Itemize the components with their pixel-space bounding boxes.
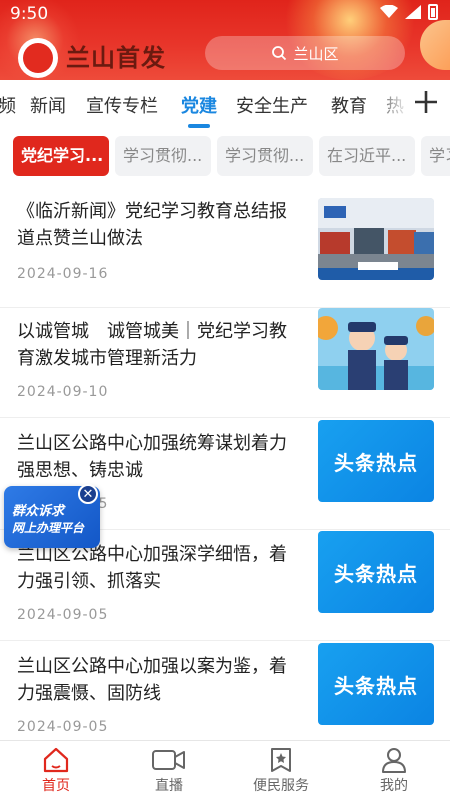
chip-study-3[interactable]: 学习: [421, 136, 450, 176]
nav-home[interactable]: 首页: [11, 741, 101, 801]
nav-label: 便民服务: [253, 778, 309, 794]
add-tab-icon[interactable]: [412, 88, 440, 116]
home-icon: [43, 747, 69, 773]
news-title: 以诚管城 诚管城美｜党纪学习教育激发城市管理新活力: [17, 321, 287, 369]
news-item[interactable]: 以诚管城 诚管城美｜党纪学习教育激发城市管理新活力 2024-09-10: [0, 308, 450, 418]
badge-line2: 网上办理平台: [12, 521, 85, 535]
video-icon: [152, 750, 185, 770]
chip-study-1[interactable]: 学习贯彻...: [115, 136, 211, 176]
news-title: 《临沂新闻》党纪学习教育总结报道点赞兰山做法: [17, 201, 287, 249]
tab-news[interactable]: 新闻: [30, 92, 66, 118]
battery-icon: [428, 4, 438, 20]
close-icon[interactable]: ✕: [78, 484, 98, 504]
wifi-icon: [380, 5, 398, 18]
nav-label: 我的: [380, 778, 408, 794]
tab-party-building[interactable]: 党建: [181, 92, 217, 118]
active-tab-indicator: [188, 124, 210, 128]
news-date: 2024-09-05: [17, 607, 109, 623]
tab-education[interactable]: 教育: [331, 92, 367, 118]
search-input[interactable]: 兰山区: [205, 36, 405, 70]
tab-fade: [370, 80, 410, 130]
news-title: 兰山区公路中心加强统筹谋划着力强思想、铸忠诚: [17, 433, 287, 481]
hot-topic-label: 头条热点: [318, 531, 434, 613]
news-title: 兰山区公路中心加强以案为鉴，着力强震慑、固防线: [17, 656, 287, 704]
bottom-nav: 首页 直播 便民服务 我的: [0, 740, 450, 801]
nav-label: 首页: [42, 778, 70, 794]
news-item[interactable]: 《临沂新闻》党纪学习教育总结报道点赞兰山做法 2024-09-16: [0, 198, 450, 308]
divider: [0, 640, 450, 641]
nav-profile[interactable]: 我的: [349, 741, 439, 801]
nav-services[interactable]: 便民服务: [236, 741, 326, 801]
chip-party-discipline[interactable]: 党纪学习...: [13, 136, 109, 176]
news-thumbnail: 头条热点: [318, 643, 434, 725]
news-date: 2024-09-10: [17, 384, 109, 400]
dove-decoration: [420, 20, 450, 70]
user-icon: [382, 748, 406, 773]
status-icons: [380, 4, 438, 20]
news-thumbnail: [318, 198, 434, 280]
tab-propaganda[interactable]: 宣传专栏: [86, 92, 158, 118]
service-icon: [271, 748, 291, 772]
tab-safety[interactable]: 安全生产: [236, 92, 308, 118]
news-item[interactable]: 兰山区公路中心加强以案为鉴，着力强震慑、固防线 2024-09-05 头条热点: [0, 643, 450, 753]
nav-label: 直播: [155, 778, 183, 794]
app-title: 兰山首发: [66, 43, 166, 72]
hot-topic-label: 头条热点: [318, 420, 434, 502]
signal-icon: [405, 5, 421, 19]
nav-live[interactable]: 直播: [124, 741, 214, 801]
app-logo: [18, 38, 58, 78]
sub-category-chips: 党纪学习... 学习贯彻... 学习贯彻... 在习近平... 学习: [0, 136, 450, 176]
status-time: 9:50: [10, 4, 49, 24]
news-thumbnail: 头条热点: [318, 420, 434, 502]
hot-topic-label: 头条热点: [318, 643, 434, 725]
news-thumbnail: [318, 308, 434, 390]
news-title: 兰山区公路中心加强深学细悟，着力强引领、抓落实: [17, 544, 287, 592]
news-date: 2024-09-05: [17, 719, 109, 735]
category-tabs: 频 新闻 宣传专栏 党建 安全生产 教育 热: [0, 80, 450, 130]
search-icon: [272, 46, 287, 61]
chip-xi-thought[interactable]: 在习近平...: [319, 136, 415, 176]
badge-line1: 群众诉求: [12, 504, 65, 519]
tab-video[interactable]: 频: [0, 92, 16, 118]
app-header: 9:50 兰山首发 兰山区: [0, 0, 450, 80]
search-placeholder: 兰山区: [293, 44, 339, 63]
divider: [0, 417, 450, 418]
news-thumbnail: 头条热点: [318, 531, 434, 613]
news-date: 2024-09-16: [17, 266, 109, 282]
chip-study-2[interactable]: 学习贯彻...: [217, 136, 313, 176]
